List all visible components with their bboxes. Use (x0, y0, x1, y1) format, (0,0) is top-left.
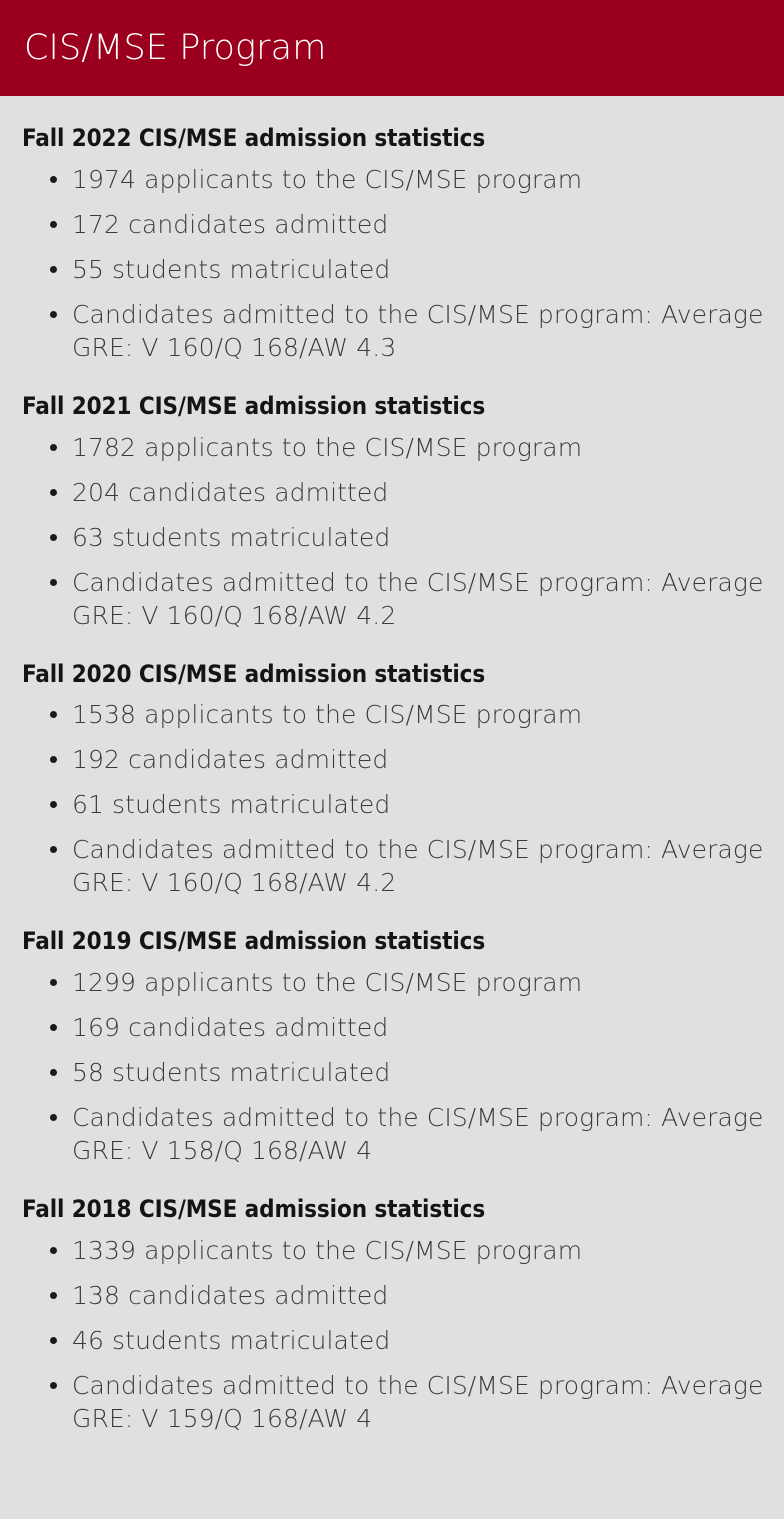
list-item-label: 55 students matriculated (72, 254, 391, 284)
bullet-icon (50, 756, 57, 764)
list-item-label: 1782 applicants to the CIS/MSE program (72, 432, 583, 462)
stat-section: Fall 2020 CIS/MSE admission statistics 15… (22, 632, 768, 900)
list-item-label: 169 candidates admitted (72, 1013, 389, 1043)
section-heading: Fall 2021 CIS/MSE admission statistics (22, 391, 486, 420)
list-item-label: 61 students matriculated (72, 790, 391, 820)
list-item-label: 1299 applicants to the CIS/MSE program (72, 968, 583, 998)
page-title: CIS/MSE Program (24, 27, 327, 68)
page-root: CIS/MSE Program Fall 2022 CIS/MSE admiss… (0, 0, 784, 1519)
list-item: 1782 applicants to the CIS/MSE program (22, 431, 768, 464)
list-item: 63 students matriculated (22, 521, 768, 554)
list-item: 1299 applicants to the CIS/MSE program (22, 966, 768, 999)
section-heading: Fall 2020 CIS/MSE admission statistics (22, 659, 486, 688)
list-item-label: Candidates admitted to the CIS/MSE progr… (72, 1370, 764, 1433)
bullet-icon (50, 1381, 57, 1389)
bullet-icon (50, 1069, 57, 1077)
bullet-icon (50, 1246, 57, 1254)
list-item-label: 1339 applicants to the CIS/MSE program (72, 1235, 583, 1265)
bullet-icon (50, 979, 57, 987)
stat-section: Fall 2018 CIS/MSE admission statistics 13… (22, 1167, 768, 1435)
bullet-icon (50, 488, 57, 496)
bullet-icon (50, 533, 57, 541)
list-item-label: 1538 applicants to the CIS/MSE program (72, 700, 583, 730)
list-item: 204 candidates admitted (22, 476, 768, 509)
list-item-label: 58 students matriculated (72, 1058, 391, 1088)
list-item-label: Candidates admitted to the CIS/MSE progr… (72, 835, 764, 898)
bullet-icon (50, 1291, 57, 1299)
stat-section: Fall 2021 CIS/MSE admission statistics 17… (22, 364, 768, 632)
list-item-label: 192 candidates admitted (72, 745, 389, 775)
list-item-label: Candidates admitted to the CIS/MSE progr… (72, 1103, 764, 1166)
stat-list: 1538 applicants to the CIS/MSE program 19… (22, 698, 768, 899)
list-item: 1339 applicants to the CIS/MSE program (22, 1234, 768, 1267)
list-item: Candidates admitted to the CIS/MSE progr… (22, 298, 768, 364)
list-item: 138 candidates admitted (22, 1279, 768, 1312)
bullet-icon (50, 175, 57, 183)
section-heading: Fall 2018 CIS/MSE admission statistics (22, 1195, 486, 1224)
admission-statistics-content: Fall 2022 CIS/MSE admission statistics 19… (0, 96, 784, 1435)
bullet-icon (50, 443, 57, 451)
bullet-icon (50, 1024, 57, 1032)
list-item: 55 students matriculated (22, 253, 768, 286)
list-item-label: 138 candidates admitted (72, 1280, 389, 1310)
list-item-label: 1974 applicants to the CIS/MSE program (72, 164, 583, 194)
section-heading: Fall 2019 CIS/MSE admission statistics (22, 927, 486, 956)
list-item: Candidates admitted to the CIS/MSE progr… (22, 566, 768, 632)
list-item: 169 candidates admitted (22, 1011, 768, 1044)
list-item: Candidates admitted to the CIS/MSE progr… (22, 833, 768, 899)
list-item-label: Candidates admitted to the CIS/MSE progr… (72, 567, 764, 630)
list-item: 1974 applicants to the CIS/MSE program (22, 163, 768, 196)
list-item: 46 students matriculated (22, 1324, 768, 1357)
list-item-label: 172 candidates admitted (72, 209, 389, 239)
bullet-icon (50, 220, 57, 228)
list-item: Candidates admitted to the CIS/MSE progr… (22, 1369, 768, 1435)
stat-list: 1782 applicants to the CIS/MSE program 20… (22, 431, 768, 632)
stat-section: Fall 2022 CIS/MSE admission statistics 19… (22, 96, 768, 364)
bullet-icon (50, 1114, 57, 1122)
section-heading: Fall 2022 CIS/MSE admission statistics (22, 124, 486, 152)
list-item: 1538 applicants to the CIS/MSE program (22, 698, 768, 731)
list-item: 61 students matriculated (22, 788, 768, 821)
list-item: Candidates admitted to the CIS/MSE progr… (22, 1101, 768, 1167)
bullet-icon (50, 711, 57, 719)
list-item-label: 46 students matriculated (72, 1325, 391, 1355)
stat-list: 1339 applicants to the CIS/MSE program 13… (22, 1234, 768, 1435)
list-item-label: 63 students matriculated (72, 522, 391, 552)
bullet-icon (50, 1336, 57, 1344)
stat-list: 1299 applicants to the CIS/MSE program 16… (22, 966, 768, 1167)
bullet-icon (50, 578, 57, 586)
bullet-icon (50, 801, 57, 809)
list-item-label: 204 candidates admitted (72, 477, 389, 507)
list-item: 172 candidates admitted (22, 208, 768, 241)
bullet-icon (50, 265, 57, 273)
list-item: 58 students matriculated (22, 1056, 768, 1089)
stat-list: 1974 applicants to the CIS/MSE program 17… (22, 163, 768, 364)
stat-section: Fall 2019 CIS/MSE admission statistics 12… (22, 899, 768, 1167)
list-item: 192 candidates admitted (22, 743, 768, 776)
bullet-icon (50, 846, 57, 854)
list-item-label: Candidates admitted to the CIS/MSE progr… (72, 299, 764, 362)
bullet-icon (50, 310, 57, 318)
page-header-banner: CIS/MSE Program (0, 0, 784, 96)
